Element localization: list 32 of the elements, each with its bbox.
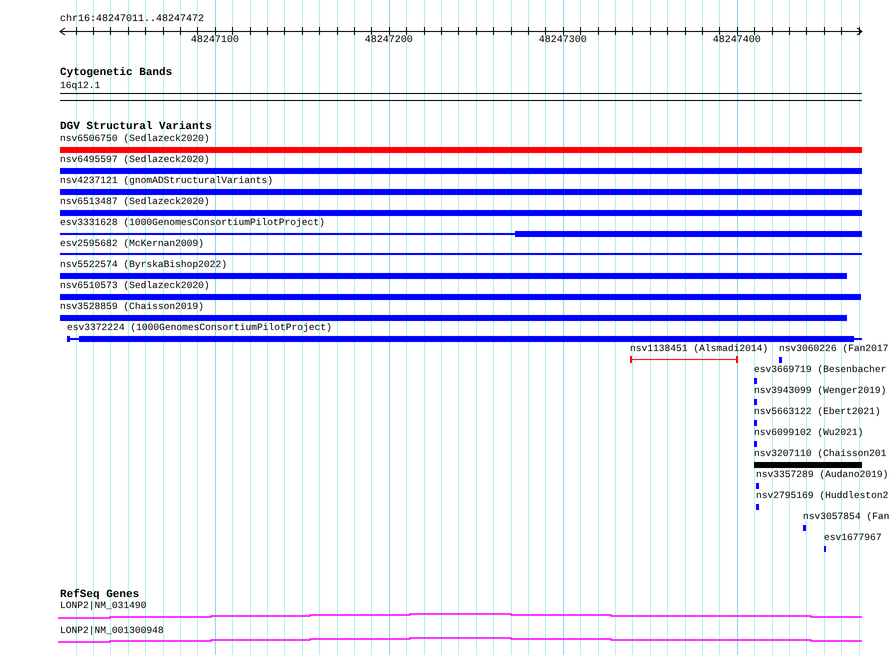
feature-label: nsv3357289 (Audano2019) xyxy=(756,469,888,480)
feature-label: nsv4237121 (gnomADStructuralVariants) xyxy=(60,175,274,186)
feature-label: LONP2|NM_031490 xyxy=(60,600,146,611)
feature-label: nsv3057854 (Fan xyxy=(803,511,890,522)
feature-label: nsv5522574 (ByrskaBishop2022) xyxy=(60,259,227,270)
feature-label: nsv6510573 (Sedlazeck2020) xyxy=(60,280,210,291)
feature-label: LONP2|NM_001300948 xyxy=(60,625,164,636)
feature-label: esv3331628 (1000GenomesConsortiumPilotProject) xyxy=(60,217,325,228)
feature-label: esv3372224 (1000GenomesConsortiumPilotProject) xyxy=(67,322,332,333)
feature-label: esv2595682 (McKernan2009) xyxy=(60,238,204,249)
feature-label: esv1677967 xyxy=(824,532,882,543)
tick-label: 48247400 xyxy=(712,35,761,47)
tick-label: 48247100 xyxy=(190,35,239,47)
feature-label: nsv3060226 (Fan2017 xyxy=(779,343,888,354)
feature-label: 16q12.1 xyxy=(60,80,100,91)
feature-label: nsv3528859 (Chaisson2019) xyxy=(60,301,204,312)
feature-label: nsv6506750 (Sedlazeck2020) xyxy=(60,133,210,144)
feature-label: nsv5663122 (Ebert2021) xyxy=(754,406,881,417)
track-title: Cytogenetic Bands xyxy=(60,67,172,80)
feature-label: nsv6099102 (Wu2021) xyxy=(754,427,864,438)
tick-label: 48247300 xyxy=(538,35,587,47)
tick-label: 48247200 xyxy=(364,35,413,47)
feature-label: nsv2795169 (Huddleston2 xyxy=(756,490,888,501)
feature-label: nsv6513487 (Sedlazeck2020) xyxy=(60,196,210,207)
track-title: DGV Structural Variants xyxy=(60,121,212,134)
region-label: chr16:48247011..48247472 xyxy=(60,14,204,26)
feature-label: nsv6495597 (Sedlazeck2020) xyxy=(60,154,210,165)
feature-label: nsv3943099 (Wenger2019) xyxy=(754,385,886,396)
feature-label: nsv3207110 (Chaisson201 xyxy=(754,448,886,459)
feature-label: nsv1138451 (Alsmadi2014) xyxy=(630,343,768,354)
feature-label: esv3669719 (Besenbacher xyxy=(754,364,886,375)
track-title: RefSeq Genes xyxy=(60,589,140,601)
